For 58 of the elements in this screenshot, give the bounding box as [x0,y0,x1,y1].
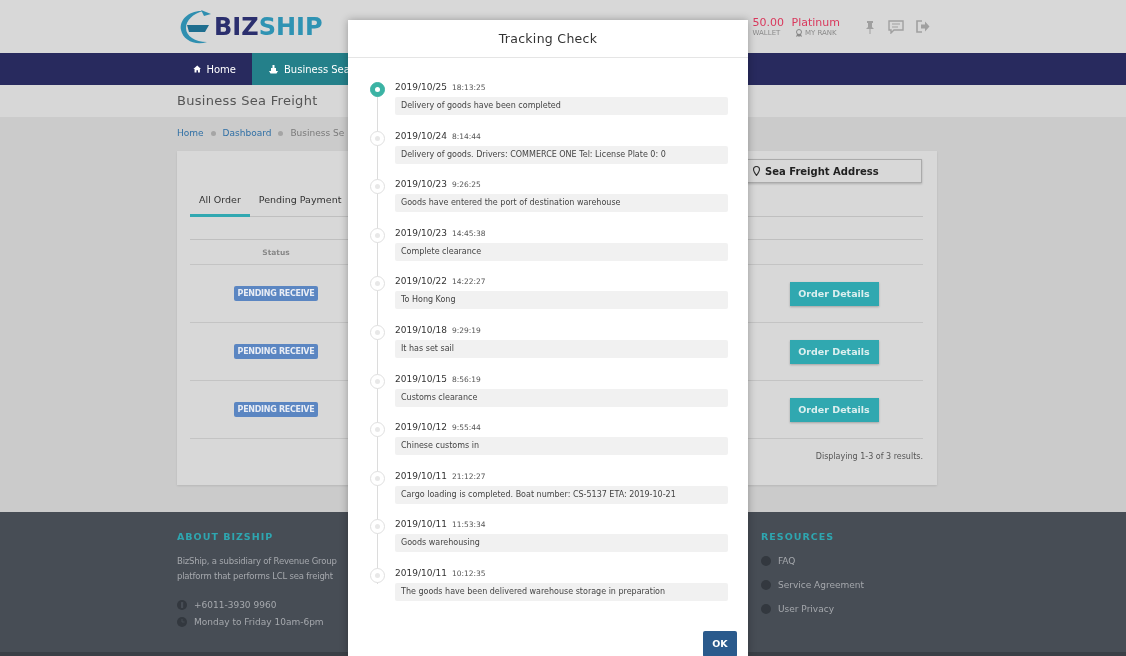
breadcrumb-link[interactable]: Dashboard [222,125,272,141]
breadcrumb-separator-icon [210,130,216,136]
footer-heading: ABOUT BIZSHIP [177,531,275,542]
event-date: 2019/10/12 [395,421,447,435]
order-details-button[interactable]: Order Details [789,397,879,422]
event-description: Chinese customs in [395,437,728,456]
event-description: It has set sail [395,339,728,358]
about-text: platform that performs LCL sea freight [177,570,333,583]
ship-icon [268,64,279,74]
about-text: BizShip, a subsidiary of Revenue Group [177,555,337,568]
results-summary: Displaying 1-3 of 3 results. [814,452,923,461]
footer-link[interactable]: FAQ [778,556,796,566]
breadcrumb-link[interactable]: Home [177,125,204,141]
home-icon [193,64,202,74]
ok-button[interactable]: OK [703,630,737,656]
event-date: 2019/10/25 [395,81,447,94]
event-description: Delivery of goods have been completed [395,97,728,115]
event-description: Goods have entered the port of destination warehouse [395,194,728,213]
wallet-amount: 50.00 [752,15,786,29]
chat-icon[interactable] [888,19,904,34]
event-date: 2019/10/11 [395,566,447,580]
event-description: Complete clearance [395,242,728,261]
contact-text: +6011-3930 9960 [194,599,277,610]
order-details-button[interactable]: Order Details [789,281,879,306]
event-description: Customs clearance [395,388,728,407]
contact-text: Monday to Friday 10am-6pm [194,616,324,627]
event-date: 2019/10/15 [395,372,447,386]
status-badge: PENDING RECEIVE [233,286,319,301]
event-date: 2019/10/18 [395,323,447,337]
event-date: 2019/10/11 [395,469,447,483]
breadcrumb-link[interactable]: Business Se [290,125,345,141]
rank-value: Platinum [791,15,840,29]
page-title: Business Sea Freight [177,92,318,110]
event-date: 2019/10/23 [395,178,447,192]
logo[interactable]: BIZSHIP [177,7,323,46]
pin-icon[interactable] [864,19,876,34]
event-date: 2019/10/22 [395,275,447,289]
event-description: Delivery of goods. Drivers: COMMERCE ONE Tel: License Plate 0: 0 [395,145,728,164]
footer-link[interactable]: Service Agreement [778,580,865,590]
tab[interactable]: Pending Payment [249,187,351,217]
event-date: 2019/10/23 [395,226,447,240]
event-description: Goods warehousing [395,534,728,553]
medal-icon [794,29,803,37]
status-badge: PENDING RECEIVE [233,402,319,417]
breadcrumb-separator-icon [278,130,284,136]
footer-heading: RESOURCES [761,531,836,542]
map-pin-icon [753,166,760,176]
tab[interactable]: All Order [190,187,250,217]
event-description: Cargo loading is completed. Boat number: CS-5137 ETA: 2019-10-21 [395,485,728,504]
logout-icon[interactable] [916,20,930,33]
footer-link[interactable]: User Privacy [778,604,834,614]
event-date: 2019/10/11 [395,518,447,532]
order-details-button[interactable]: Order Details [789,339,879,364]
event-date: 2019/10/24 [395,129,447,143]
status-badge: PENDING RECEIVE [233,344,319,359]
event-description: The goods have been delivered warehouse storage in preparation [395,582,728,601]
event-description: To Hong Kong [395,291,728,310]
dialog-title: Tracking Check [348,20,748,58]
